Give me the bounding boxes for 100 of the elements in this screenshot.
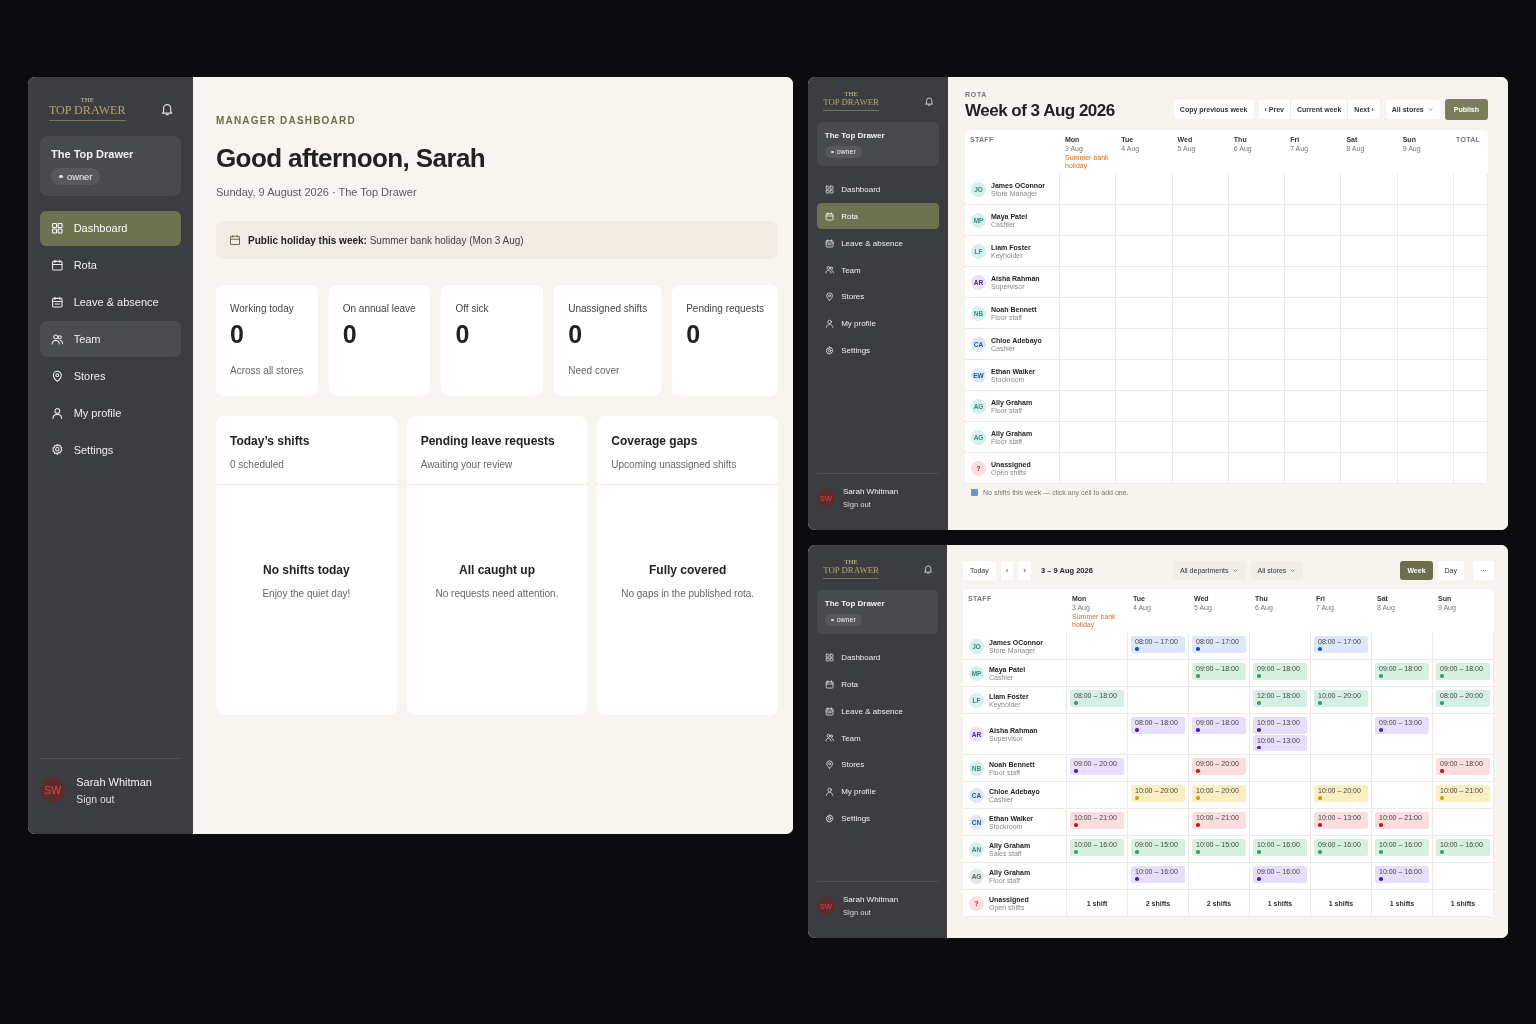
rota-cell[interactable] [1116, 174, 1173, 206]
rota-cell[interactable] [1172, 267, 1229, 299]
notification-bell-icon[interactable] [160, 101, 175, 116]
nav-item[interactable]: Dashboard [816, 176, 940, 203]
nav-item[interactable]: Leave & absence [40, 284, 181, 320]
rota-cell[interactable] [1067, 782, 1128, 810]
rota-cell[interactable] [1228, 360, 1286, 392]
sign-out-link[interactable]: Sign out [76, 794, 152, 806]
nav-item[interactable]: Settings [40, 432, 181, 468]
nav-item[interactable]: Leave & absence [816, 230, 940, 256]
rota-cell[interactable] [1060, 205, 1117, 237]
rota-cell[interactable] [1311, 863, 1372, 891]
nav-item[interactable]: Stores [816, 752, 939, 778]
rota-cell[interactable] [1433, 863, 1494, 891]
nav-item[interactable]: Stores [40, 358, 181, 394]
rota-cell[interactable] [1189, 687, 1250, 715]
rota-cell[interactable] [1285, 267, 1342, 299]
rota-cell[interactable] [1397, 422, 1454, 454]
rota-cell[interactable] [1228, 205, 1286, 237]
store-card[interactable]: The Top Drawer owner [40, 136, 181, 197]
rota-cell[interactable] [1285, 360, 1342, 392]
rota-cell[interactable] [1228, 298, 1286, 330]
nav-item[interactable]: Rota [816, 203, 940, 230]
rota-cell[interactable] [1067, 863, 1128, 891]
previous-button[interactable]: ‹ [1000, 561, 1014, 580]
rota-cell[interactable] [1128, 687, 1189, 715]
nav-item[interactable]: Team [40, 321, 181, 357]
rota-cell[interactable] [1372, 782, 1433, 810]
rota-cell[interactable] [1128, 809, 1189, 837]
rota-cell[interactable] [1397, 267, 1454, 299]
rota-cell[interactable] [1172, 236, 1229, 268]
rota-cell[interactable] [1311, 714, 1372, 756]
rota-cell[interactable] [1285, 298, 1342, 330]
rota-cell[interactable] [1228, 236, 1286, 268]
rota-cell[interactable] [1285, 422, 1342, 454]
rota-cell[interactable] [1433, 809, 1494, 837]
rota-cell[interactable] [1067, 714, 1128, 756]
rota-cell[interactable] [1060, 391, 1117, 423]
rota-cell[interactable] [1341, 453, 1398, 485]
rota-cell[interactable] [1397, 391, 1454, 423]
rota-cell[interactable] [1311, 755, 1372, 783]
nav-item[interactable]: Rota [816, 671, 939, 698]
nav-item[interactable]: Rota [40, 247, 181, 283]
rota-cell[interactable] [1285, 329, 1342, 361]
rota-cell[interactable] [1285, 453, 1342, 485]
rota-cell[interactable] [1172, 205, 1229, 237]
nav-item[interactable]: Team [816, 725, 939, 751]
rota-cell[interactable] [1116, 422, 1173, 454]
rota-cell[interactable] [1341, 422, 1398, 454]
nav-item[interactable]: My profile [40, 395, 181, 431]
rota-cell[interactable] [1285, 236, 1342, 268]
rota-cell[interactable] [1285, 205, 1342, 237]
nav-item[interactable]: Leave & absence [816, 698, 939, 724]
nav-item[interactable]: My profile [816, 778, 939, 805]
nav-item[interactable]: Settings [816, 805, 939, 832]
rota-cell[interactable] [1341, 360, 1398, 392]
rota-cell[interactable] [1116, 360, 1173, 392]
nav-item[interactable]: My profile [816, 310, 940, 337]
rota-cell[interactable] [1341, 391, 1398, 423]
rota-cell[interactable] [1116, 267, 1173, 299]
rota-cell[interactable] [1250, 809, 1311, 837]
nav-item[interactable]: Dashboard [816, 644, 939, 671]
rota-cell[interactable] [1311, 660, 1372, 688]
next-button[interactable]: › [1018, 561, 1032, 580]
rota-cell[interactable] [1372, 755, 1433, 783]
rota-cell[interactable] [1341, 298, 1398, 330]
rota-cell[interactable] [1285, 174, 1342, 206]
rota-cell[interactable] [1172, 360, 1229, 392]
nav-item[interactable]: Dashboard [40, 210, 181, 246]
rota-cell[interactable] [1285, 391, 1342, 423]
rota-cell[interactable] [1397, 205, 1454, 237]
rota-cell[interactable] [1128, 755, 1189, 783]
rota-cell[interactable] [1250, 755, 1311, 783]
rota-cell[interactable] [1172, 391, 1229, 423]
nav-item[interactable]: Settings [816, 337, 940, 364]
nav-item[interactable]: Team [816, 257, 940, 283]
rota-cell[interactable] [1060, 298, 1117, 330]
rota-cell[interactable] [1060, 236, 1117, 268]
rota-cell[interactable] [1250, 782, 1311, 810]
rota-cell[interactable] [1341, 267, 1398, 299]
rota-cell[interactable] [1067, 633, 1128, 661]
rota-cell[interactable] [1372, 687, 1433, 715]
rota-cell[interactable] [1341, 205, 1398, 237]
rota-cell[interactable] [1341, 236, 1398, 268]
rota-cell[interactable] [1116, 236, 1173, 268]
rota-cell[interactable] [1397, 329, 1454, 361]
rota-cell[interactable] [1228, 174, 1286, 206]
rota-cell[interactable] [1060, 267, 1117, 299]
nav-item[interactable]: Stores [816, 284, 940, 310]
rota-cell[interactable] [1433, 714, 1494, 756]
notification-bell-icon[interactable] [923, 564, 934, 575]
rota-cell[interactable] [1060, 453, 1117, 485]
rota-cell[interactable] [1228, 453, 1286, 485]
rota-cell[interactable] [1250, 633, 1311, 661]
notification-bell-icon[interactable] [924, 96, 935, 107]
rota-cell[interactable] [1372, 633, 1433, 661]
rota-cell[interactable] [1228, 329, 1286, 361]
rota-cell[interactable] [1397, 360, 1454, 392]
rota-cell[interactable] [1433, 633, 1494, 661]
rota-cell[interactable] [1397, 236, 1454, 268]
